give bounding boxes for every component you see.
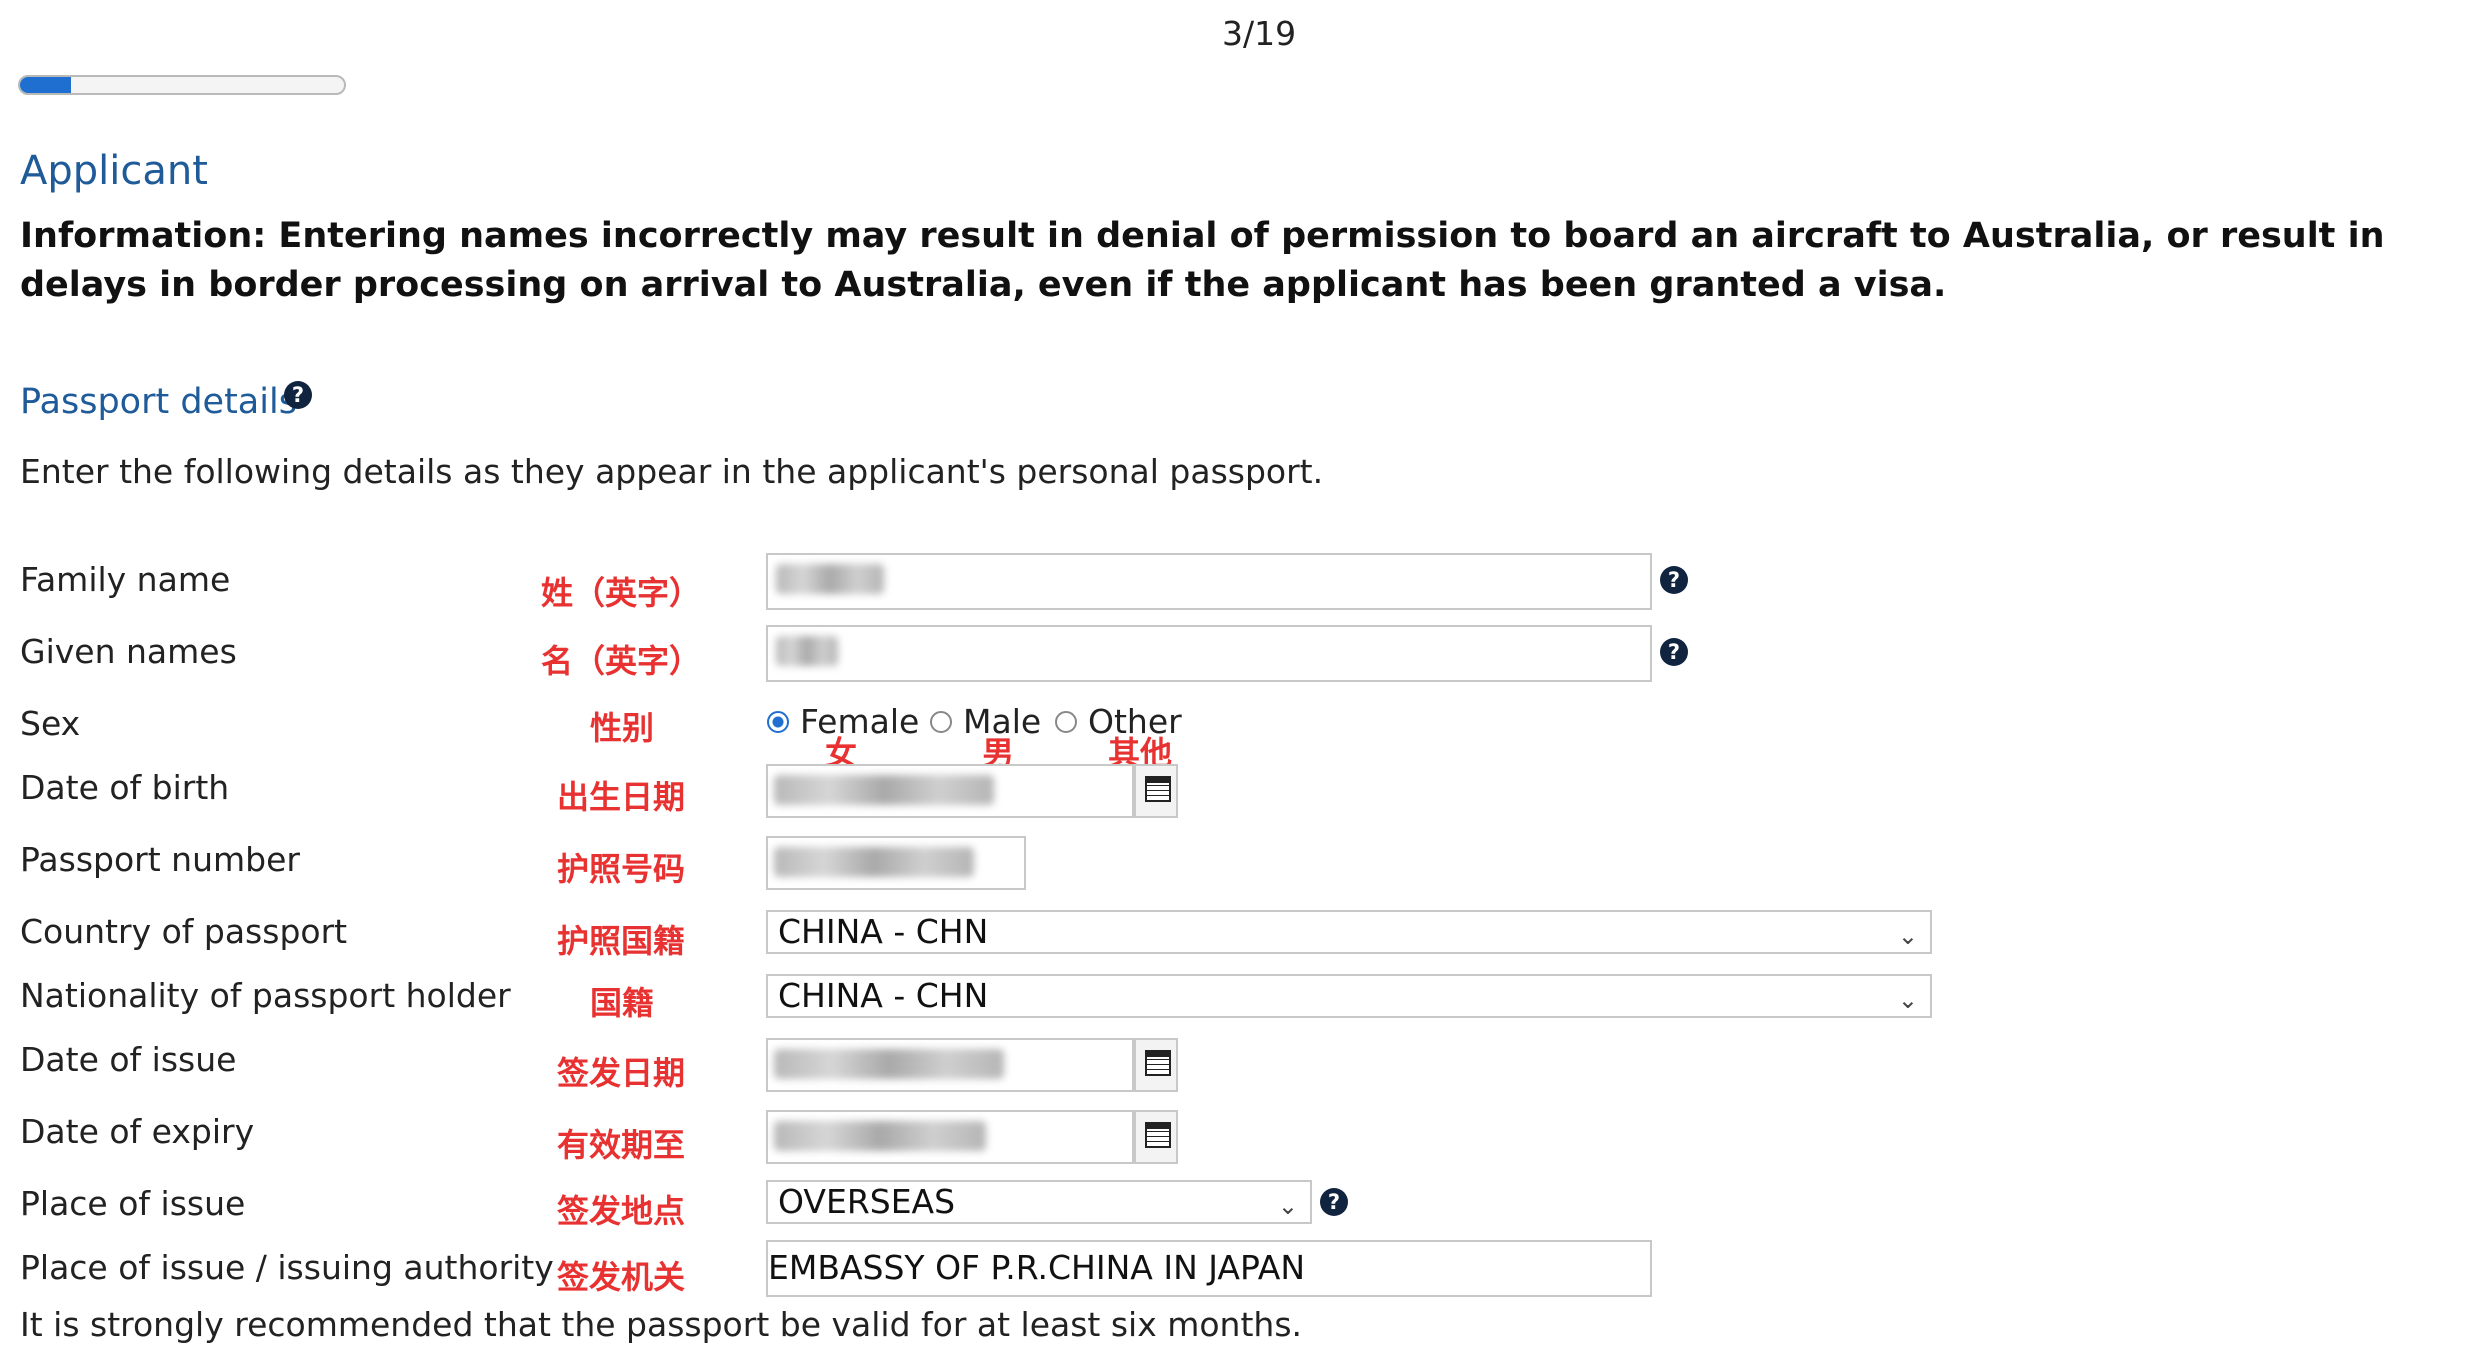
nationality-label: Nationality of passport holder	[20, 976, 511, 1015]
given-names-input[interactable]	[766, 625, 1652, 682]
sex-other-radio[interactable]	[1055, 711, 1077, 733]
passport-number-input[interactable]	[766, 836, 1026, 890]
expiry-date-calendar-button[interactable]	[1134, 1110, 1178, 1164]
expiry-date-annotation: 有效期至	[557, 1126, 686, 1164]
info-text: Information: Entering names incorrectly …	[20, 216, 2385, 305]
nationality-annotation: 国籍	[590, 984, 655, 1022]
place-of-issue-value: OVERSEAS	[778, 1182, 956, 1221]
issuing-authority-input[interactable]: EMBASSY OF P.R.CHINA IN JAPAN	[766, 1240, 1652, 1297]
dob-input[interactable]	[766, 764, 1134, 818]
sex-male-radio[interactable]	[930, 711, 952, 733]
issue-date-input[interactable]	[766, 1038, 1134, 1092]
sex-female-radio[interactable]	[767, 711, 789, 733]
question-circle-icon[interactable]: ?	[1660, 566, 1688, 594]
country-annotation: 护照国籍	[557, 922, 686, 960]
passport-number-label: Passport number	[20, 840, 300, 879]
calendar-icon	[1145, 1050, 1171, 1076]
nationality-select[interactable]: CHINA - CHN ⌄	[766, 974, 1932, 1018]
sex-annotation: 性别	[590, 709, 655, 747]
family-name-input[interactable]	[766, 553, 1652, 610]
passport-details-title: Passport details	[20, 382, 297, 422]
passport-number-annotation: 护照号码	[557, 850, 686, 888]
given-names-label: Given names	[20, 632, 237, 671]
place-of-issue-select[interactable]: OVERSEAS ⌄	[766, 1180, 1312, 1224]
question-circle-icon[interactable]: ?	[1320, 1188, 1348, 1216]
validity-note: It is strongly recommended that the pass…	[20, 1305, 1303, 1344]
issuing-authority-annotation: 签发机关	[557, 1258, 686, 1296]
issue-date-label: Date of issue	[20, 1040, 237, 1079]
step-counter: 3/19	[1222, 14, 1297, 53]
issue-date-annotation: 签发日期	[557, 1054, 686, 1092]
question-circle-icon[interactable]: ?	[1660, 638, 1688, 666]
sex-female-label[interactable]: Female	[800, 702, 919, 741]
progress-fill	[20, 77, 72, 93]
expiry-date-input[interactable]	[766, 1110, 1134, 1164]
section-title: Applicant	[20, 148, 208, 194]
calendar-icon	[1145, 1122, 1171, 1148]
issue-date-calendar-button[interactable]	[1134, 1038, 1178, 1092]
chevron-down-icon: ⌄	[1277, 1192, 1298, 1220]
chevron-down-icon: ⌄	[1897, 922, 1918, 950]
expiry-date-label: Date of expiry	[20, 1112, 255, 1151]
country-select[interactable]: CHINA - CHN ⌄	[766, 910, 1932, 954]
family-name-label: Family name	[20, 560, 231, 599]
place-of-issue-label: Place of issue	[20, 1184, 246, 1223]
given-names-annotation: 名（英字）	[541, 642, 702, 680]
issuing-authority-value: EMBASSY OF P.R.CHINA IN JAPAN	[768, 1248, 1306, 1287]
calendar-icon	[1145, 776, 1171, 802]
progress-bar	[18, 75, 346, 95]
question-circle-icon[interactable]: ?	[284, 381, 312, 409]
dob-label: Date of birth	[20, 768, 230, 807]
issuing-authority-label: Place of issue / issuing authority	[20, 1248, 554, 1287]
place-of-issue-annotation: 签发地点	[557, 1192, 686, 1230]
family-name-annotation: 姓（英字）	[541, 574, 702, 612]
sex-label: Sex	[20, 704, 81, 743]
nationality-value: CHINA - CHN	[778, 976, 989, 1015]
chevron-down-icon: ⌄	[1897, 986, 1918, 1014]
country-label: Country of passport	[20, 912, 348, 951]
dob-calendar-button[interactable]	[1134, 764, 1178, 818]
passport-instruction: Enter the following details as they appe…	[20, 452, 1324, 491]
dob-annotation: 出生日期	[557, 778, 686, 816]
country-value: CHINA - CHN	[778, 912, 989, 951]
